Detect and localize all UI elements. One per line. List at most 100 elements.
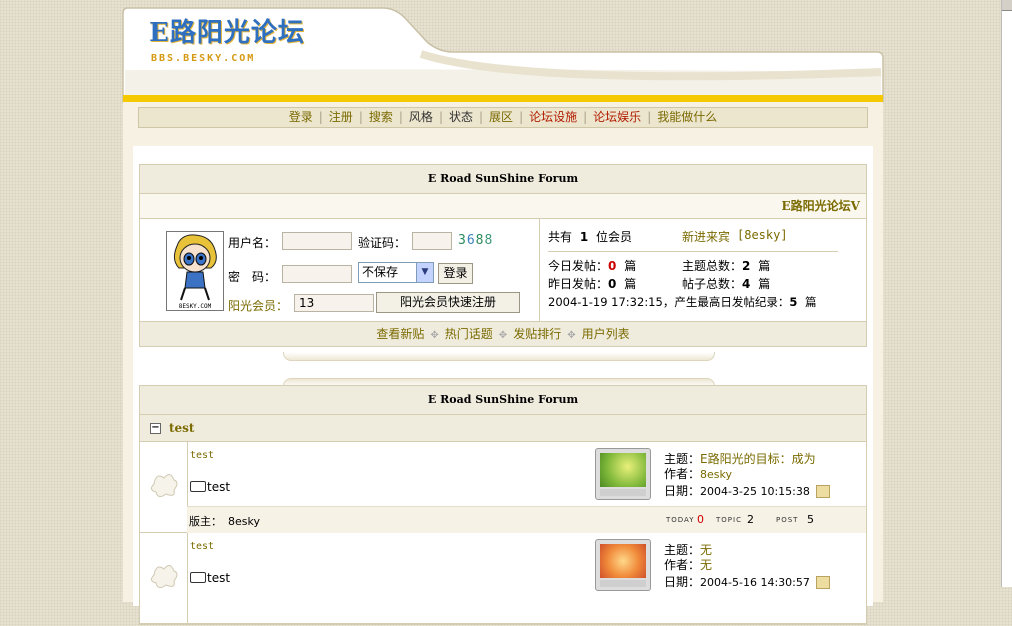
- header-accent-bar: [123, 95, 883, 102]
- post-record-text: 2004-1-19 17:32:15，产生最高日发帖纪录：: [548, 295, 790, 309]
- nav-separator: |: [398, 110, 403, 124]
- forum-row: test test 主题：无 作者：无 日期：2004-5-16 14:30:5…: [140, 533, 866, 624]
- last-topic-label: 主题：: [664, 543, 701, 557]
- category-title[interactable]: test: [169, 421, 194, 435]
- forum-status-icon: [140, 442, 188, 532]
- nav-item[interactable]: 论坛娱乐: [593, 110, 641, 124]
- today-count: 0: [697, 513, 704, 526]
- nav-item[interactable]: 论坛设施: [529, 110, 577, 124]
- yesterday-posts-count: 0: [608, 277, 617, 291]
- forum-list-box: E Road SunShine Forum − test test test 主题…: [139, 385, 867, 625]
- username-input[interactable]: [282, 232, 352, 250]
- member-label: 阳光会员：: [228, 299, 289, 313]
- last-author-name[interactable]: 8esky: [700, 468, 732, 481]
- today-posts: 今日发帖：0 篇: [548, 257, 636, 274]
- last-author-label: 作者：: [664, 558, 701, 572]
- nav-separator: |: [438, 110, 443, 124]
- yesterday-posts: 昨日发帖：0 篇: [548, 275, 636, 292]
- category-header[interactable]: − test: [140, 415, 866, 442]
- login-button[interactable]: 登录: [438, 263, 473, 284]
- member-count: 共有 1 位会员: [548, 228, 632, 245]
- forum-thumbnail: [595, 539, 651, 591]
- forum-footer: 版主： 8esky TODAY 0 TOPIC 2 POST 5: [187, 506, 866, 533]
- topic-total: 主题总数：2 篇: [682, 257, 770, 274]
- post-count: 5: [807, 513, 814, 526]
- collapse-icon[interactable]: −: [150, 423, 161, 434]
- nav-item[interactable]: 状态: [449, 110, 473, 124]
- post-tag: POST: [776, 516, 799, 524]
- window-scrollbar[interactable]: [1001, 0, 1012, 587]
- header: E路阳光论坛 BBS.BESKY.COM: [121, 6, 885, 103]
- subforum-label[interactable]: test: [207, 571, 230, 585]
- moderator-name[interactable]: 8esky: [228, 515, 260, 528]
- svg-text:8ESKY.COM: 8ESKY.COM: [179, 303, 212, 310]
- nav-separator: |: [358, 110, 363, 124]
- chevron-down-icon[interactable]: ▼: [416, 263, 433, 282]
- quick-link[interactable]: 查看新贴: [376, 327, 424, 341]
- last-date-label: 日期：: [664, 484, 701, 498]
- subforum-link[interactable]: test: [190, 480, 230, 494]
- nav-item[interactable]: 登录: [289, 110, 313, 124]
- forum-stats: 共有 1 位会员 新进来宾 [8esky] 今日发帖：0 篇 主题总数：2 篇: [539, 219, 867, 321]
- nav-separator: |: [583, 110, 588, 124]
- moderator: 版主： 8esky: [189, 513, 260, 529]
- password-input[interactable]: [282, 265, 352, 283]
- forum-name[interactable]: test: [190, 450, 214, 461]
- stats-divider: [548, 251, 838, 252]
- nav-item[interactable]: 搜索: [369, 110, 393, 124]
- nav-separator: |: [647, 110, 652, 124]
- quick-link[interactable]: 热门话题: [445, 327, 493, 341]
- site-logo[interactable]: E路阳光论坛: [149, 18, 305, 48]
- forum-page: E路阳光论坛 BBS.BESKY.COM 登录 | 注册 | 搜索 | 风格 | 状态 | 展区 | 论…: [121, 6, 885, 625]
- site-logo-subtitle: BBS.BESKY.COM: [151, 53, 256, 64]
- remember-select-value: 不保存: [362, 265, 399, 279]
- yesterday-posts-label: 昨日发帖：: [548, 277, 609, 291]
- last-author: 作者：8esky: [664, 465, 732, 482]
- last-date-value: 2004-5-16 14:30:57: [700, 576, 810, 589]
- quick-link[interactable]: 用户列表: [582, 327, 630, 341]
- subforum-label[interactable]: test: [207, 480, 230, 494]
- post-total: 帖子总数：4 篇: [682, 275, 770, 292]
- post-record-count: 5: [789, 295, 798, 309]
- top-nav: 登录 | 注册 | 搜索 | 风格 | 状态 | 展区 | 论坛设施 | 论坛娱乐 | 我能做什么: [138, 107, 868, 128]
- subforum-link[interactable]: test: [190, 571, 230, 585]
- box-tab-bottom: [283, 352, 715, 361]
- link-separator-icon: ✥: [567, 330, 576, 341]
- nav-item[interactable]: 我能做什么: [657, 110, 717, 124]
- last-topic-label: 主题：: [664, 452, 701, 466]
- topic-tag: TOPIC: [716, 516, 742, 524]
- box-title: E Road SunShine Forum: [140, 165, 866, 194]
- last-date: 日期：2004-5-16 14:30:57: [664, 573, 830, 590]
- post-record: 2004-1-19 17:32:15，产生最高日发帖纪录：5 篇: [548, 294, 817, 310]
- arrow-right-icon: [190, 481, 206, 492]
- nav-item[interactable]: 注册: [329, 110, 353, 124]
- remember-select[interactable]: 不保存 ▼: [358, 262, 434, 283]
- member-field[interactable]: 13: [294, 294, 374, 312]
- topic-total-count: 2: [742, 259, 751, 273]
- last-author-label: 作者：: [664, 467, 701, 481]
- nav-separator: |: [318, 110, 323, 124]
- username-label: 用户名：: [228, 236, 277, 250]
- nav-item[interactable]: 展区: [489, 110, 513, 124]
- post-record-unit: 篇: [805, 295, 817, 309]
- nav-separator: |: [479, 110, 484, 124]
- go-to-post-icon[interactable]: [815, 576, 830, 589]
- captcha-input[interactable]: [412, 232, 452, 250]
- scroll-up-arrow[interactable]: [1002, 0, 1012, 11]
- topic-count: 2: [747, 513, 754, 526]
- newcomer-name[interactable]: [8esky]: [737, 228, 788, 242]
- quick-link[interactable]: 发贴排行: [513, 327, 561, 341]
- captcha-digit: 6: [466, 233, 476, 248]
- forum-name[interactable]: test: [190, 541, 214, 552]
- last-date-value: 2004-3-25 10:15:38: [700, 485, 810, 498]
- member-count-prefix: 共有: [548, 230, 573, 244]
- quick-register-button[interactable]: 阳光会员快速注册: [376, 292, 520, 313]
- go-to-post-icon[interactable]: [815, 485, 830, 498]
- today-posts-count: 0: [608, 259, 617, 273]
- link-separator-icon: ✥: [430, 330, 439, 341]
- last-topic-title[interactable]: E路阳光的目标：成为: [700, 452, 816, 466]
- nav-item[interactable]: 风格: [409, 110, 433, 124]
- captcha-image: 3688: [458, 233, 493, 248]
- last-author-name: 无: [700, 558, 713, 572]
- forum-brand: E路阳光论坛V: [140, 194, 866, 219]
